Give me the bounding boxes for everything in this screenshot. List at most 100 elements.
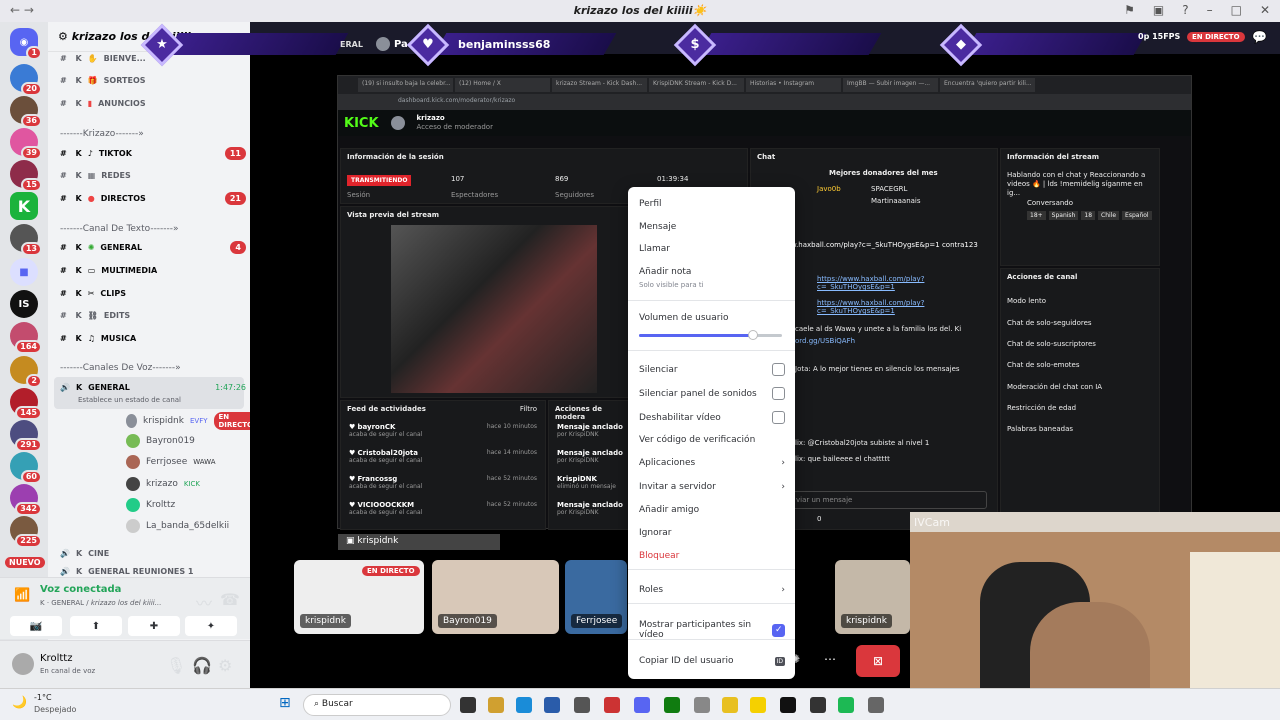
action-item[interactable]: Palabras baneadas — [1007, 425, 1073, 433]
app-icon[interactable] — [544, 697, 560, 713]
voice-user[interactable]: krizazo KICK — [126, 477, 200, 491]
file-explorer-icon[interactable] — [488, 697, 504, 713]
camera-off-button[interactable]: 📷̸ — [10, 616, 62, 636]
app-icon[interactable] — [574, 697, 590, 713]
participant-tile[interactable]: Bayron019 — [432, 560, 559, 634]
taskbar-search[interactable]: ⌕ Buscar — [303, 694, 451, 716]
channel-item[interactable]: # K ✂ CLIPS — [60, 283, 246, 303]
filter-button[interactable]: Filtro — [520, 405, 537, 413]
chat-link[interactable]: https://www.haxball.com/play?c=_SkuTHOyg… — [817, 275, 997, 291]
channel-item[interactable]: # K ▮ ANUNCIOS — [60, 93, 246, 113]
chat-link[interactable]: ord.gg/USBiQAFh — [795, 337, 855, 345]
server-icon[interactable]: 15 — [10, 160, 42, 192]
category-header[interactable]: -------Canal De Texto-------» — [60, 224, 179, 234]
show-non-video-checkbox[interactable]: ✓ — [772, 623, 785, 637]
mute-checkbox[interactable] — [772, 363, 785, 376]
activities-button[interactable]: ✚ — [128, 616, 180, 636]
soundboard-button[interactable]: ✦ — [185, 616, 237, 636]
sticky-notes-icon[interactable] — [750, 697, 766, 713]
voice-status-title[interactable]: Voz conectada — [40, 584, 121, 595]
folder-icon[interactable]: ■ — [10, 258, 38, 286]
browser-tab[interactable]: (12) Home / X — [455, 78, 550, 92]
menu-profile[interactable]: Perfil — [639, 199, 785, 209]
server-icon[interactable]: 342 — [10, 484, 42, 516]
avatar[interactable] — [12, 653, 34, 675]
new-badge[interactable]: NUEVO — [5, 557, 45, 568]
voice-user[interactable]: Ferrjosee WAWA — [126, 455, 216, 469]
menu-roles[interactable]: Roles › — [639, 585, 785, 595]
category-header[interactable]: -------Krizazo-------» — [60, 129, 144, 139]
help-icon[interactable]: ? — [1182, 3, 1188, 17]
chat-input[interactable]: viar un mensaje — [791, 491, 987, 509]
discord-home-icon[interactable]: ◉ 1 — [10, 28, 42, 60]
chat-bubble-icon[interactable]: 💬 — [1252, 30, 1267, 44]
channel-item[interactable]: # K ✺ GENERAL 4 — [60, 237, 246, 257]
menu-add-friend[interactable]: Añadir amigo — [639, 505, 785, 515]
browser-tab[interactable]: krizazo Stream - Kick Dash... — [552, 78, 647, 92]
microphone-icon[interactable]: 🎙 — [166, 656, 186, 675]
browser-tab[interactable]: Encuentra 'quiero partir kili... — [940, 78, 1035, 92]
edge-icon[interactable] — [516, 697, 532, 713]
category-header[interactable]: -------Canales De Voz-------» — [60, 363, 181, 373]
close-icon[interactable]: ✕ — [1260, 3, 1270, 17]
stream-preview-video[interactable] — [391, 225, 597, 393]
maximize-icon[interactable]: □ — [1231, 3, 1242, 17]
signal-icon[interactable]: 📶 — [14, 588, 30, 603]
menu-disable-video[interactable]: Deshabilitar vídeo — [639, 411, 785, 424]
menu-mute-soundboard[interactable]: Silenciar panel de sonidos — [639, 387, 785, 400]
weather-temp[interactable]: -1°C — [34, 693, 52, 702]
server-icon[interactable]: 164 — [10, 322, 42, 354]
menu-mute[interactable]: Silenciar — [639, 363, 785, 376]
weather-icon[interactable]: 🌙 — [12, 695, 27, 709]
discord-taskbar-icon[interactable] — [634, 697, 650, 713]
spotify-icon[interactable] — [838, 697, 854, 713]
menu-ignore[interactable]: Ignorar — [639, 528, 785, 538]
app-icon[interactable] — [694, 697, 710, 713]
voice-channel-item[interactable]: 🔊 K GENERAL REUNIONES 1 — [60, 565, 246, 577]
server-icon[interactable]: IS — [10, 290, 38, 318]
more-options-icon[interactable]: ⋯ — [824, 652, 836, 666]
menu-show-non-video[interactable]: Mostrar participantes sin vídeo ✓ — [639, 620, 785, 640]
tiktok-icon[interactable] — [780, 697, 796, 713]
channel-item[interactable]: # K ▦ REDES — [60, 165, 246, 185]
screen-icon[interactable]: ▣ — [1153, 3, 1164, 17]
participant-tile[interactable]: krispidnk — [835, 560, 910, 634]
server-icon[interactable]: 2 — [10, 356, 42, 388]
user-name[interactable]: Krolttz — [40, 653, 72, 664]
menu-add-note[interactable]: Añadir nota — [639, 267, 785, 277]
settings-gear-icon[interactable]: ⚙ — [218, 656, 232, 675]
app-icon[interactable] — [722, 697, 738, 713]
volume-slider-knob[interactable] — [748, 330, 759, 340]
server-icon[interactable]: 13 — [10, 224, 42, 256]
server-icon[interactable]: 60 — [10, 452, 42, 484]
action-item[interactable]: Chat de solo-suscriptores — [1007, 340, 1096, 348]
participant-tile[interactable]: EN DIRECTO krispidnk — [294, 560, 424, 634]
kick-logo[interactable]: KICK — [344, 116, 379, 131]
settings-icon[interactable] — [868, 697, 884, 713]
minimize-icon[interactable]: – — [1207, 3, 1213, 17]
stop-stream-button[interactable]: ⊠ — [856, 645, 900, 677]
channel-item[interactable]: # K 🎁 SORTEOS — [60, 70, 246, 90]
mute-soundboard-checkbox[interactable] — [772, 387, 785, 400]
action-item[interactable]: Moderación del chat con IA — [1007, 383, 1102, 391]
address-bar[interactable]: dashboard.kick.com/moderator/krizazo — [338, 94, 1191, 110]
participant-tile[interactable]: Ferrjosee — [565, 560, 627, 634]
headphones-icon[interactable]: 🎧 — [192, 656, 212, 675]
channel-item[interactable]: # K ● DIRECTOS 21 — [60, 188, 246, 208]
server-icon[interactable]: 20 — [10, 64, 42, 96]
channel-item[interactable]: # K ♫ MUSICA — [60, 328, 246, 348]
voice-user[interactable]: Krolttz — [126, 498, 175, 512]
xbox-icon[interactable] — [664, 697, 680, 713]
obs-icon[interactable] — [810, 697, 826, 713]
voice-user[interactable]: krispidnk EVFY EN DIRECTO — [126, 412, 261, 430]
menu-call[interactable]: Llamar — [639, 244, 785, 254]
windows-start-icon[interactable]: ⊞ — [279, 695, 291, 711]
app-icon[interactable] — [604, 697, 620, 713]
voice-status-sub[interactable]: K · GENERAL / krizazo los del kiiii... — [40, 599, 161, 607]
channel-item[interactable]: # K ⛓ EDITS — [60, 305, 246, 325]
menu-invite[interactable]: Invitar a servidor › — [639, 482, 785, 492]
menu-copy-id[interactable]: Copiar ID del usuario ID — [639, 656, 785, 666]
task-view-icon[interactable] — [460, 697, 476, 713]
inbox-icon[interactable]: ⚑ — [1124, 3, 1135, 17]
server-icon[interactable]: 36 — [10, 96, 42, 128]
